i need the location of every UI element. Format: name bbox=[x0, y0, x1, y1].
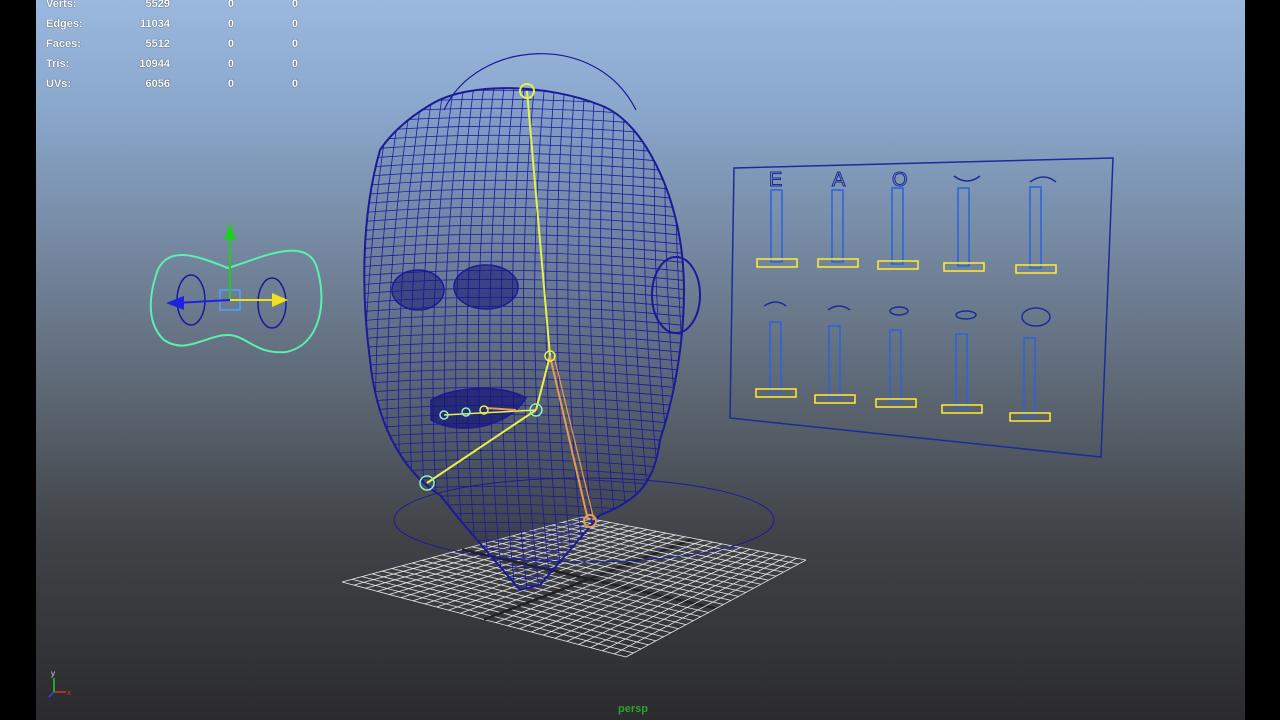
scene-canvas[interactable]: E A O bbox=[36, 0, 1245, 720]
phoneme-slider-handle[interactable] bbox=[755, 388, 797, 398]
perspective-viewport[interactable]: E A O Verts: 5529 0 0 Edges: 11034 0 0 Faces: 551… bbox=[36, 0, 1245, 720]
hud-label: Faces: bbox=[46, 38, 81, 50]
hud-value: 6056 bbox=[145, 78, 170, 90]
poly-count-hud: Verts: 5529 0 0 Edges: 11034 0 0 Faces: 5512 0 0 Tri… bbox=[46, 0, 306, 94]
phoneme-slider-handle[interactable] bbox=[1009, 412, 1051, 422]
phoneme-slider-handle[interactable] bbox=[943, 262, 985, 272]
hud-value: 10944 bbox=[139, 58, 170, 70]
phoneme-slider-track[interactable] bbox=[1023, 337, 1036, 417]
view-axis-indicator: y x bbox=[48, 669, 71, 698]
hud-value: 5512 bbox=[145, 38, 170, 50]
phoneme-slider-handle[interactable] bbox=[814, 394, 856, 404]
phoneme-slider-track[interactable] bbox=[828, 325, 841, 399]
hud-value: 5529 bbox=[145, 0, 170, 10]
phoneme-label-e: E bbox=[769, 169, 782, 191]
axis-x-label: x bbox=[67, 688, 71, 697]
hud-value: 0 bbox=[227, 38, 234, 50]
phoneme-slider-track[interactable] bbox=[769, 321, 782, 393]
phoneme-slider-handle[interactable] bbox=[941, 404, 983, 414]
hud-value: 0 bbox=[227, 18, 234, 30]
hud-value: 11034 bbox=[140, 18, 170, 30]
phoneme-slider-track[interactable] bbox=[831, 189, 844, 263]
phoneme-slider-track[interactable] bbox=[957, 187, 970, 267]
phoneme-slider-track[interactable] bbox=[770, 189, 783, 263]
hud-value: 0 bbox=[227, 0, 234, 10]
hud-row: Edges: 11034 0 0 bbox=[46, 14, 306, 34]
head-wireframe[interactable] bbox=[318, 70, 756, 600]
phoneme-slider-handle[interactable] bbox=[817, 258, 859, 268]
hud-value: 0 bbox=[227, 58, 234, 70]
hud-row: Verts: 5529 0 0 bbox=[46, 0, 306, 14]
phoneme-slider-track[interactable] bbox=[955, 333, 968, 409]
phoneme-slider-handle[interactable] bbox=[756, 258, 798, 268]
eye-control[interactable] bbox=[149, 222, 323, 354]
phoneme-shape-icon bbox=[1029, 176, 1057, 183]
camera-name-label: persp bbox=[618, 703, 648, 715]
hud-value: 0 bbox=[291, 0, 298, 10]
hud-label: UVs: bbox=[46, 78, 72, 90]
phoneme-label-o: O bbox=[892, 169, 908, 191]
phoneme-panel[interactable]: E A O bbox=[729, 157, 1114, 458]
hud-row: Faces: 5512 0 0 bbox=[46, 34, 306, 54]
hud-value: 0 bbox=[291, 18, 298, 30]
hud-label: Edges: bbox=[46, 18, 83, 30]
phoneme-shape-icon bbox=[1021, 307, 1051, 327]
axis-y-label: y bbox=[51, 669, 55, 678]
phoneme-shape-icon bbox=[763, 301, 787, 307]
phoneme-slider-track[interactable] bbox=[889, 329, 902, 403]
phoneme-shape-icon bbox=[889, 306, 909, 316]
hud-label: Tris: bbox=[46, 58, 70, 70]
hud-row: Tris: 10944 0 0 bbox=[46, 54, 306, 74]
phoneme-slider-handle[interactable] bbox=[875, 398, 917, 408]
hud-value: 0 bbox=[227, 78, 234, 90]
phoneme-shape-icon bbox=[955, 310, 977, 320]
hud-label: Verts: bbox=[46, 0, 77, 10]
phoneme-shape-icon bbox=[953, 175, 981, 182]
hud-value: 0 bbox=[291, 78, 298, 90]
phoneme-shape-icon bbox=[827, 305, 851, 311]
hud-value: 0 bbox=[291, 38, 298, 50]
hud-value: 0 bbox=[291, 58, 298, 70]
phoneme-slider-handle[interactable] bbox=[877, 260, 919, 270]
hud-row: UVs: 6056 0 0 bbox=[46, 74, 306, 94]
phoneme-slider-track[interactable] bbox=[1029, 186, 1042, 269]
phoneme-slider-track[interactable] bbox=[891, 187, 904, 265]
phoneme-slider-handle[interactable] bbox=[1015, 264, 1057, 274]
phoneme-label-a: A bbox=[832, 169, 846, 191]
